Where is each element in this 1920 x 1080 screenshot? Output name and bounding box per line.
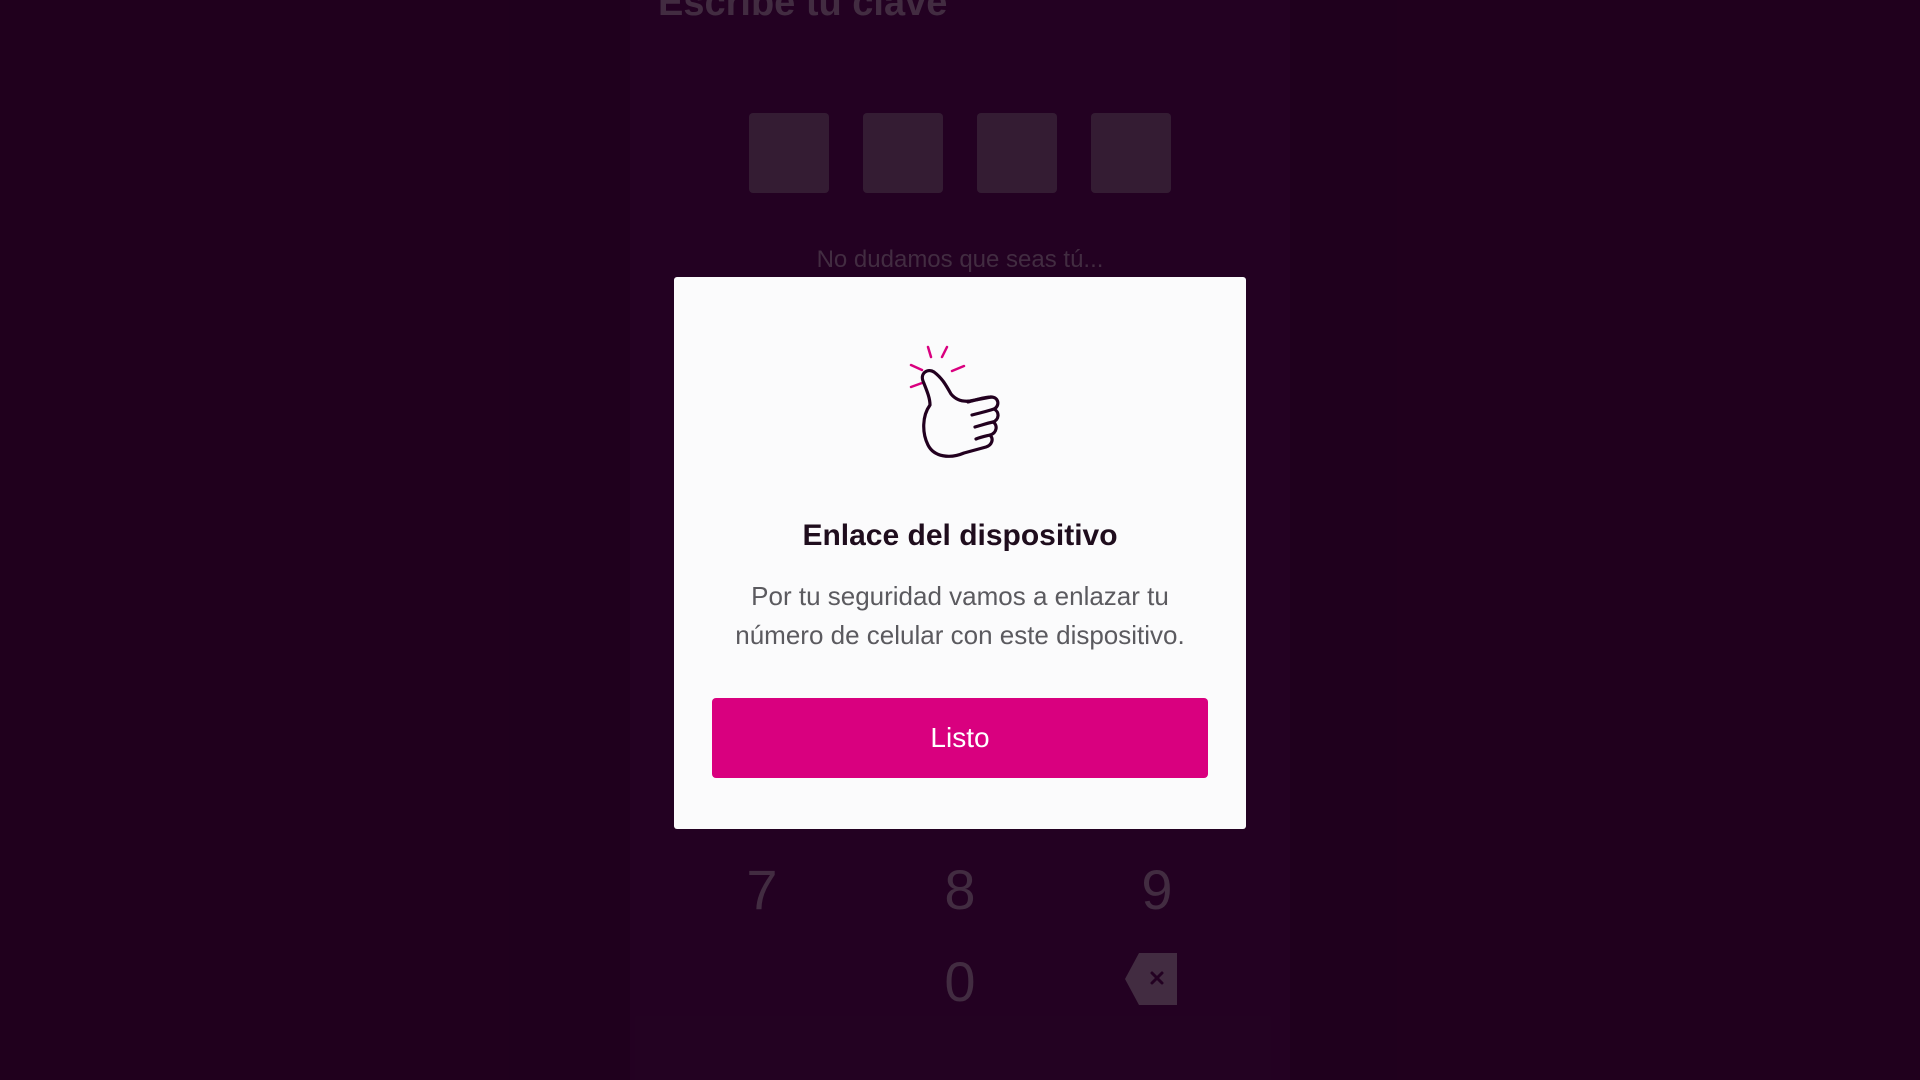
modal-body-line-1: Por tu seguridad vamos a enlazar tu bbox=[751, 581, 1169, 611]
app-screen: Escribe tu clave No dudamos que seas tú.… bbox=[0, 0, 1920, 1080]
thumbs-up-icon bbox=[900, 345, 1020, 480]
listo-button-label: Listo bbox=[930, 722, 990, 753]
listo-button[interactable]: Listo bbox=[712, 698, 1208, 778]
modal-body: Por tu seguridad vamos a enlazar tu núme… bbox=[700, 577, 1220, 655]
modal-title: Enlace del dispositivo bbox=[802, 519, 1118, 552]
modal-body-line-2: número de celular con este dispositivo. bbox=[735, 620, 1185, 650]
